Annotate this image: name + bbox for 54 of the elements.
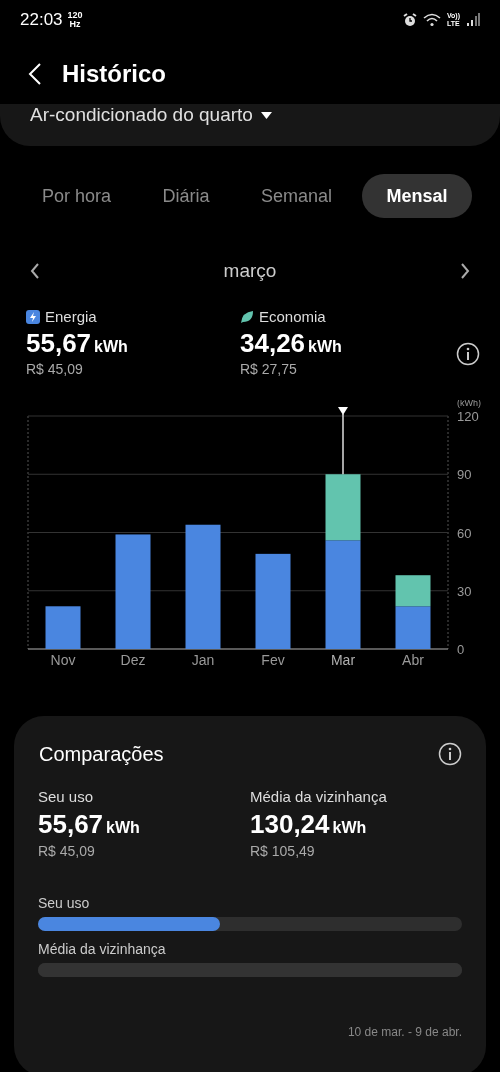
usage-label: Seu uso <box>38 788 95 805</box>
y-tick-label: 120 <box>457 409 479 424</box>
previous-icon[interactable] <box>30 263 40 279</box>
info-icon[interactable] <box>456 342 480 366</box>
y-tick-label: 60 <box>457 525 472 541</box>
signal-icon <box>466 13 480 27</box>
metric-cost: R$ 45,09 <box>26 361 84 377</box>
usage-cost: R$ 45,09 <box>38 843 96 859</box>
page-title: Histórico <box>62 60 166 88</box>
metric-label: Economia <box>259 308 326 325</box>
bar-label: Seu uso <box>38 895 91 911</box>
y-tick-label: 30 <box>457 583 472 599</box>
clock-time: 22:03 <box>20 10 63 30</box>
bar-segment[interactable] <box>325 540 361 649</box>
y-tick-label: 90 <box>457 467 472 483</box>
metric-cost: R$ 27,75 <box>240 361 298 377</box>
x-tick-label: Mar <box>330 652 356 668</box>
period-label: março <box>223 260 277 282</box>
period-tab[interactable]: Mensal <box>362 174 472 218</box>
x-tick-label: Fev <box>261 652 285 668</box>
caret-icon <box>260 111 272 119</box>
bar-segment[interactable] <box>255 553 291 649</box>
usage-label: Média da vizinhança <box>250 788 388 805</box>
y-tick-label: 0 <box>457 642 465 657</box>
axis-unit: (kWh) <box>457 400 481 408</box>
bar-segment[interactable] <box>325 474 361 541</box>
metric-value: 55,67 kWh <box>26 328 129 359</box>
x-tick-label: Dez <box>120 652 146 668</box>
period-tab[interactable]: Por hora <box>28 174 126 218</box>
usage-cost: R$ 105,49 <box>250 843 316 859</box>
bar-segment[interactable] <box>45 606 81 649</box>
period-tab[interactable]: Diária <box>141 174 231 218</box>
bar-label: Média da vizinhança <box>38 941 167 957</box>
period-tab[interactable]: Semanal <box>247 174 347 218</box>
info-icon[interactable] <box>438 742 462 766</box>
device-dropdown[interactable]: Ar-condicionado do quarto <box>30 104 272 126</box>
refresh-rate: 120 Hz <box>67 11 83 29</box>
metric-value: 34,26 kWh <box>240 328 343 359</box>
x-tick-label: Abr <box>402 652 424 668</box>
card-title: Comparações <box>39 742 164 766</box>
bar-segment[interactable] <box>395 606 431 649</box>
x-tick-label: Nov <box>50 652 76 668</box>
usage-value: 130,24kWh <box>250 809 368 840</box>
bar-segment[interactable] <box>185 524 221 649</box>
bar-segment[interactable] <box>395 575 431 607</box>
alarm-icon <box>402 13 417 27</box>
wifi-icon <box>422 13 441 27</box>
next-icon[interactable] <box>460 263 470 279</box>
metric-label: Energia <box>45 308 97 325</box>
usage-value: 55,67 kWh <box>38 809 141 840</box>
bar-segment[interactable] <box>115 534 151 649</box>
x-tick-label: Jan <box>191 652 215 668</box>
date-range: 10 de mar. - 9 de abr. <box>346 1025 462 1039</box>
back-icon[interactable] <box>28 62 42 86</box>
